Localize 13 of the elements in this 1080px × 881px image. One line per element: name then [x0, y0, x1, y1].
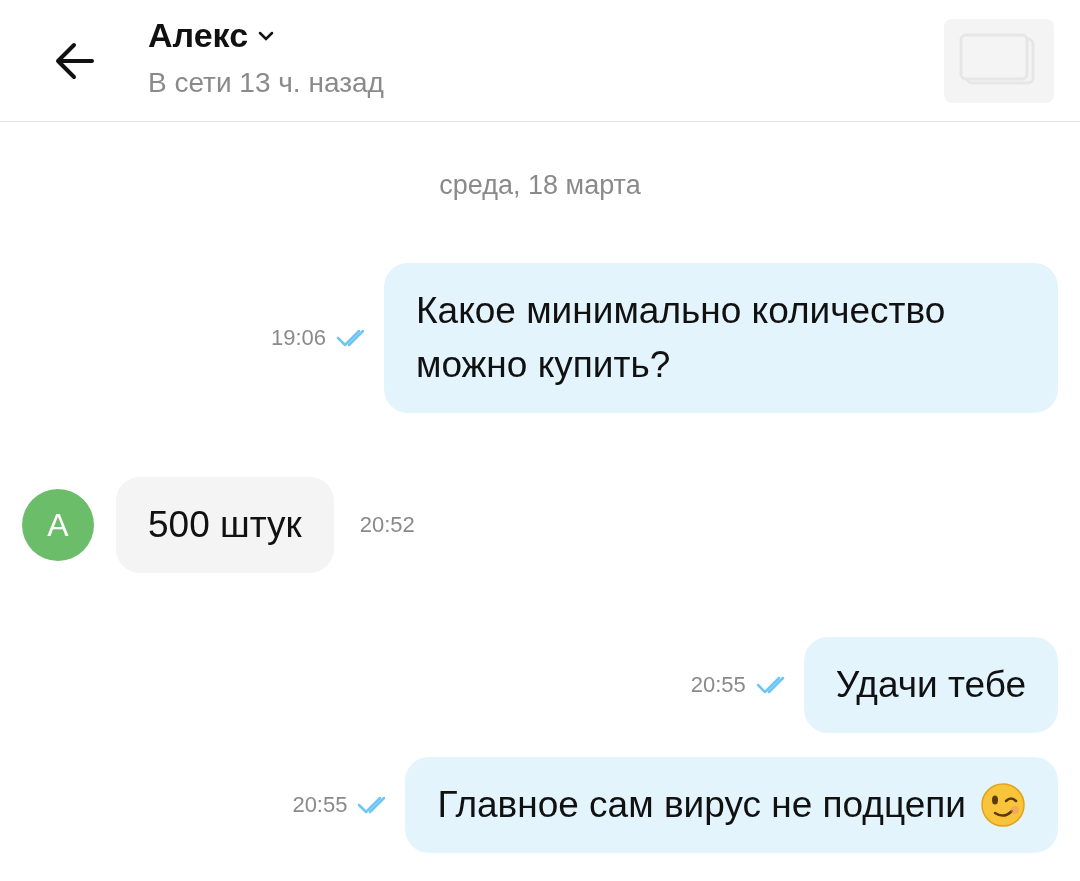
message-bubble: Удачи тебе: [803, 637, 1058, 733]
contact-name[interactable]: Алекс: [148, 16, 249, 55]
message-time: 19:06: [270, 325, 326, 351]
message-bubble: Главное сам вирус не подцепи: [405, 757, 1058, 853]
message-time: 20:55: [690, 672, 746, 698]
message-bubble: 500 штук: [116, 477, 334, 573]
message-time: 20:55: [292, 792, 348, 818]
date-separator: среда, 18 марта: [438, 170, 642, 201]
online-status: В сети 13 ч. назад: [148, 67, 385, 99]
chevron-down-icon[interactable]: [258, 30, 275, 41]
message-bubble: Какое минимально количество можно купить?: [384, 263, 1058, 413]
message-time: 20:52: [359, 512, 415, 538]
listing-thumbnail[interactable]: [944, 18, 1054, 103]
